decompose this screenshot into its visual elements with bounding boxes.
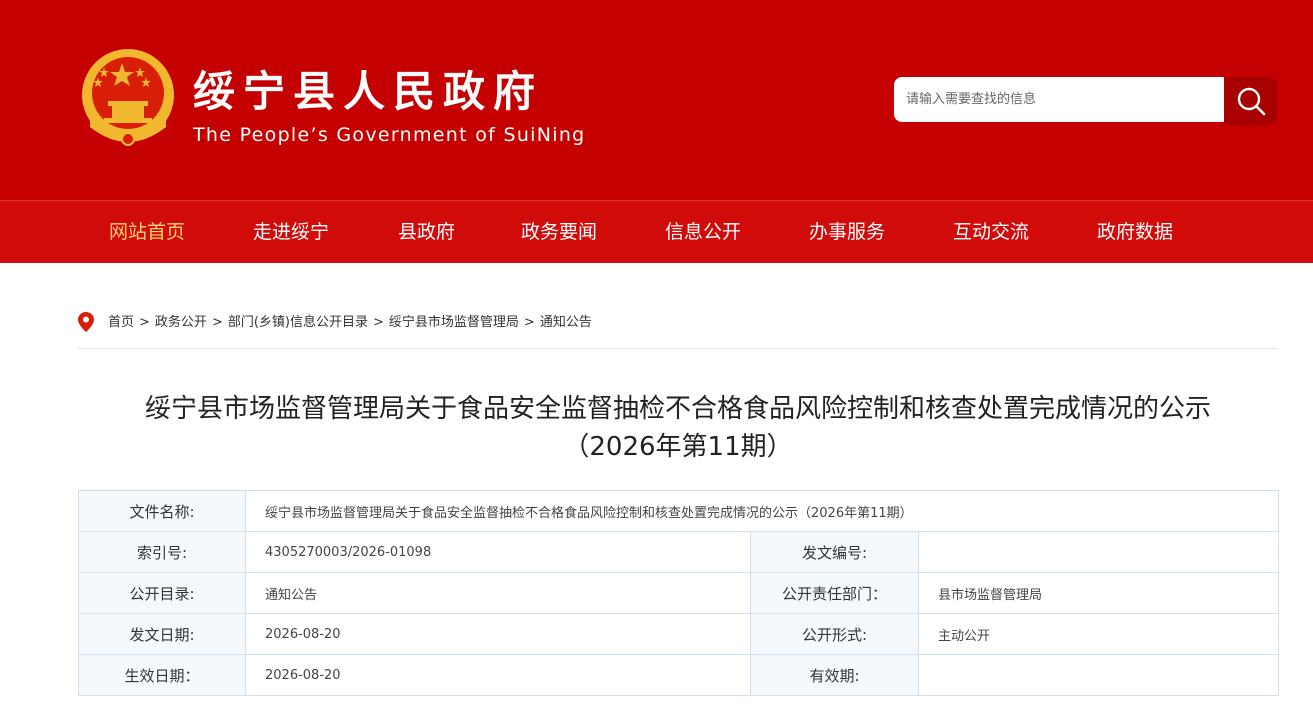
table-row: 索引号: 4305270003/2026-01098 发文编号: xyxy=(78,531,1279,573)
breadcrumb-separator: > xyxy=(211,315,223,330)
location-pin-icon xyxy=(78,312,94,332)
breadcrumb-separator: > xyxy=(139,315,150,330)
catalog-value: 通知公告 xyxy=(245,572,751,614)
disclosure-form-label: 公开形式: xyxy=(750,613,919,655)
index-value: 4305270003/2026-01098 xyxy=(245,531,751,573)
nav-item-info-disclosure[interactable]: 信息公开 xyxy=(665,201,741,264)
nav-item-about[interactable]: 走进绥宁 xyxy=(253,201,329,264)
table-row: 发文日期: 2026-08-20 公开形式: 主动公开 xyxy=(78,613,1279,655)
search-input[interactable] xyxy=(894,77,1224,122)
nav-item-services[interactable]: 办事服务 xyxy=(809,201,885,264)
effective-date-label: 生效日期： xyxy=(78,654,246,696)
nav-item-county-government[interactable]: 县政府 xyxy=(398,201,455,264)
nav-item-government-data[interactable]: 政府数据 xyxy=(1097,201,1173,264)
effective-date-value: 2026-08-20 xyxy=(245,654,751,696)
nav-item-interaction[interactable]: 互动交流 xyxy=(953,201,1029,264)
responsible-dept-value: 县市场监督管理局 xyxy=(918,572,1279,614)
main-nav: 网站首页 走进绥宁 县政府 政务要闻 信息公开 办事服务 互动交流 政府数据 xyxy=(0,200,1313,263)
doc-number-value xyxy=(918,531,1279,573)
document-meta-table: 文件名称: 绥宁县市场监督管理局关于食品安全监督抽检不合格食品风险控制和核查处置… xyxy=(78,490,1279,696)
catalog-label: 公开目录: xyxy=(78,572,246,614)
table-row: 文件名称: 绥宁县市场监督管理局关于食品安全监督抽检不合格食品风险控制和核查处置… xyxy=(78,490,1279,532)
article-title-line-2: （2026年第11期） xyxy=(563,432,793,462)
search-button[interactable] xyxy=(1224,77,1277,125)
breadcrumb-market-bureau[interactable]: 绥宁县市场监督管理局 xyxy=(389,315,519,330)
responsible-dept-label: 公开责任部门： xyxy=(750,572,919,614)
nav-item-home[interactable]: 网站首页 xyxy=(109,201,185,264)
validity-value xyxy=(918,654,1279,696)
site-title: 绥宁县人民政府 xyxy=(193,67,544,116)
breadcrumb-dept-catalog[interactable]: 部门(乡镇)信息公开目录 xyxy=(228,315,368,330)
breadcrumb-separator: > xyxy=(523,315,535,330)
index-label: 索引号: xyxy=(78,531,246,573)
breadcrumb-list: 首页 > 政务公开 > 部门(乡镇)信息公开目录 > 绥宁县市场监督管理局 > 通知公告 xyxy=(108,314,592,332)
breadcrumb-separator: > xyxy=(373,315,384,330)
validity-label: 有效期: xyxy=(750,654,919,696)
file-name-label: 文件名称: xyxy=(78,490,246,532)
table-row: 生效日期： 2026-08-20 有效期: xyxy=(78,654,1279,696)
table-row: 公开目录: 通知公告 公开责任部门： 县市场监督管理局 xyxy=(78,572,1279,614)
nav-item-news[interactable]: 政务要闻 xyxy=(521,201,597,264)
issue-date-label: 发文日期: xyxy=(78,613,246,655)
doc-number-label: 发文编号: xyxy=(750,531,919,573)
search-icon xyxy=(1237,87,1265,116)
breadcrumb-gov-affairs[interactable]: 政务公开 xyxy=(155,315,207,330)
disclosure-form-value: 主动公开 xyxy=(918,613,1279,655)
national-emblem-icon[interactable] xyxy=(80,47,176,151)
site-subtitle: The People’s Government of SuiNing xyxy=(193,124,586,146)
breadcrumb-home[interactable]: 首页 xyxy=(108,315,134,330)
file-name-value: 绥宁县市场监督管理局关于食品安全监督抽检不合格食品风险控制和核查处置完成情况的公… xyxy=(245,490,1279,532)
article-title: 绥宁县市场监督管理局关于食品安全监督抽检不合格食品风险控制和核查处置完成情况的公… xyxy=(78,390,1278,466)
breadcrumb: 首页 > 政务公开 > 部门(乡镇)信息公开目录 > 绥宁县市场监督管理局 > 通知公告 xyxy=(78,309,1278,349)
site-header: 绥宁县人民政府 The People’s Government of SuiNi… xyxy=(0,0,1313,200)
issue-date-value: 2026-08-20 xyxy=(245,613,751,655)
article-title-line-1: 绥宁县市场监督管理局关于食品安全监督抽检不合格食品风险控制和核查处置完成情况的公… xyxy=(144,394,1211,424)
breadcrumb-notices[interactable]: 通知公告 xyxy=(540,315,592,330)
